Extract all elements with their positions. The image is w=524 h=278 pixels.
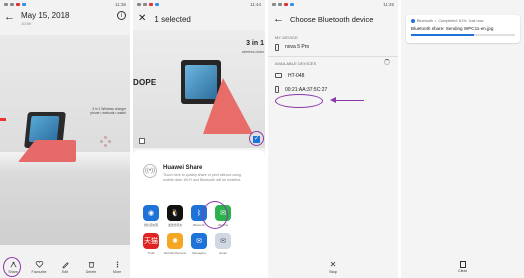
status-bar: 11:44 bbox=[133, 0, 265, 9]
share-sheet-view: 11:44 ✕ 1 selected 3 in 1 wireless chars… bbox=[133, 0, 265, 278]
photo-header: ← May 15, 2018 10:59 i bbox=[0, 9, 130, 33]
phone-icon bbox=[275, 43, 279, 51]
app-label: 微信朋友圈 bbox=[144, 223, 158, 227]
share-app-5[interactable]: 天猫 Tmall bbox=[139, 233, 163, 255]
scanning-spinner-icon bbox=[384, 59, 390, 66]
info-icon[interactable]: i bbox=[117, 11, 126, 20]
status-bar: 11:45 bbox=[268, 0, 398, 9]
edit-icon bbox=[61, 262, 69, 269]
device-highlight-oval bbox=[275, 94, 323, 108]
photo-sub-text: wireless chars bbox=[241, 50, 264, 54]
share-app-8[interactable]: ✉ Email bbox=[211, 233, 235, 255]
share-app-0[interactable]: ◉ 微信朋友圈 bbox=[139, 205, 163, 227]
edit-button[interactable]: Edit bbox=[54, 260, 76, 274]
more-button[interactable]: More bbox=[106, 260, 128, 274]
back-arrow-icon[interactable]: ← bbox=[273, 13, 284, 25]
pointer-arrow bbox=[334, 100, 364, 102]
my-device-row: nova 5 Pro bbox=[268, 40, 398, 54]
stop-button[interactable]: ✕ Stop bbox=[268, 256, 398, 278]
bluetooth-transfer-notification[interactable]: Bluetooth • Completed: 61% Just now Blue… bbox=[406, 15, 520, 43]
share-highlight-ring bbox=[3, 257, 21, 277]
unselected-checkbox[interactable] bbox=[139, 138, 145, 144]
my-device-name: nova 5 Pro bbox=[285, 44, 310, 50]
empty-slot bbox=[235, 233, 259, 255]
device-name: HT-048 bbox=[288, 72, 305, 79]
available-devices-label: AVAILABLE DEVICES bbox=[275, 60, 317, 66]
bluetooth-highlight-ring bbox=[202, 201, 228, 229]
selection-count-title: 1 selected bbox=[154, 14, 191, 24]
app-icon bbox=[239, 233, 255, 249]
huawei-share-desc: Touch here to quickly share or print wit… bbox=[163, 173, 241, 182]
app-icon: 🐧 bbox=[167, 205, 183, 221]
app-icon: ✉ bbox=[215, 233, 231, 249]
share-apps-grid: ◉ 微信朋友圈 🐧 发送给朋友 ᛒ Bluetooth ✉ WeChat 天猫 Tmall ✺ WeC… bbox=[139, 205, 259, 255]
status-time: 11:36 bbox=[115, 2, 126, 7]
close-icon[interactable]: ✕ bbox=[138, 14, 146, 24]
notif-time: Just now bbox=[468, 19, 484, 23]
device-icon bbox=[275, 73, 282, 79]
transfer-progress-bar bbox=[411, 34, 515, 36]
gallery-photo-view: 11:36 ← May 15, 2018 10:59 i 3 in 1 Wire… bbox=[0, 0, 130, 278]
close-icon: ✕ bbox=[329, 259, 337, 269]
app-icon bbox=[239, 205, 255, 221]
bluetooth-chooser-view: 11:45 ← Choose Bluetooth device MY DEVIC… bbox=[268, 0, 398, 278]
notif-text: Bluetooth share: Sending WPC11-en.jpg bbox=[411, 26, 494, 31]
bluetooth-title: Choose Bluetooth device bbox=[290, 14, 374, 24]
clear-button[interactable]: Clear bbox=[401, 256, 524, 278]
empty-slot bbox=[235, 205, 259, 227]
share-app-1[interactable]: 🐧 发送给朋友 bbox=[163, 205, 187, 227]
app-label: WeChat Moments bbox=[163, 251, 187, 255]
decor-flower bbox=[100, 136, 112, 148]
heart-icon bbox=[35, 260, 43, 268]
huawei-share-title: Huawei Share bbox=[163, 165, 203, 171]
delete-button[interactable]: Delete bbox=[80, 260, 102, 274]
notif-status: Completed: 61% bbox=[438, 19, 467, 23]
notification-shade: Bluetooth • Completed: 61% Just now Blue… bbox=[401, 0, 524, 278]
trash-icon bbox=[88, 262, 94, 268]
notif-source: Bluetooth bbox=[417, 19, 434, 23]
app-label: 发送给朋友 bbox=[168, 223, 182, 227]
app-icon: 天猫 bbox=[143, 233, 159, 249]
pointer-arrow-head bbox=[330, 97, 336, 103]
photo-word-text: DOPE bbox=[133, 78, 157, 87]
app-label: Bluetooth bbox=[193, 223, 205, 227]
device-row-ht048[interactable]: HT-048 bbox=[268, 69, 398, 83]
transfer-progress-fill bbox=[411, 34, 475, 36]
bluetooth-header: ← Choose Bluetooth device bbox=[268, 9, 398, 29]
share-app-6[interactable]: ✺ WeChat Moments bbox=[163, 233, 187, 255]
app-icon: ✺ bbox=[167, 233, 183, 249]
huawei-share-row[interactable]: ((•)) Huawei Share Touch here to quickly… bbox=[143, 164, 241, 182]
photo-date-title: May 15, 2018 bbox=[21, 11, 70, 20]
back-arrow-icon[interactable]: ← bbox=[4, 11, 15, 23]
photo-heading-text: 3 in 1 bbox=[246, 40, 264, 47]
app-label: Tmall bbox=[147, 251, 155, 255]
phone-on-charger bbox=[181, 60, 221, 104]
app-icon: ◉ bbox=[143, 205, 159, 221]
huawei-share-icon: ((•)) bbox=[143, 164, 157, 178]
selection-header: ✕ 1 selected bbox=[133, 9, 265, 29]
share-app-7[interactable]: ✉ Messaging bbox=[187, 233, 211, 255]
status-bar: 11:36 bbox=[0, 0, 130, 9]
device-name: 00:21:AA:37:5C:27 bbox=[285, 86, 328, 93]
app-label: Email bbox=[219, 251, 227, 255]
app-icon: ✉ bbox=[191, 233, 207, 249]
trash-icon bbox=[459, 261, 466, 268]
product-caption: 3 in 1 Wireless charger phone • earbuds … bbox=[90, 107, 126, 115]
more-icon bbox=[116, 261, 118, 268]
favourite-button[interactable]: Favourite bbox=[28, 260, 50, 274]
status-time: 11:44 bbox=[250, 2, 261, 7]
phone-icon bbox=[275, 86, 279, 94]
status-time: 11:45 bbox=[383, 2, 394, 7]
photo-time-subtitle: 10:59 bbox=[21, 21, 32, 26]
checkbox-highlight-ring bbox=[249, 131, 264, 146]
bluetooth-icon bbox=[411, 19, 415, 23]
share-sheet: ((•)) Huawei Share Touch here to quickly… bbox=[133, 150, 265, 278]
red-tag bbox=[0, 118, 6, 121]
app-label: Messaging bbox=[192, 251, 206, 255]
